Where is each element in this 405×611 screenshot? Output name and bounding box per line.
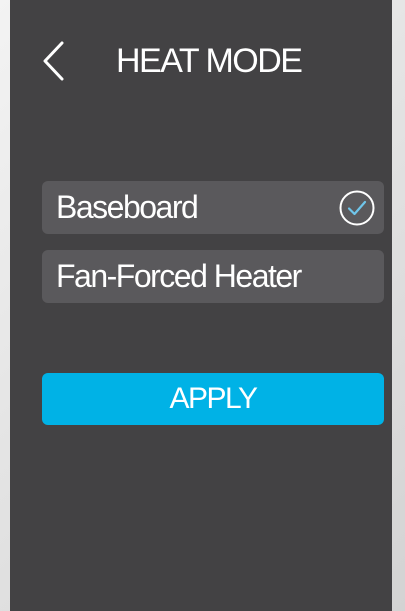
option-baseboard-label: Baseboard — [56, 189, 199, 225]
apply-button[interactable]: APPLY — [42, 373, 384, 425]
option-fan-forced-heater-label: Fan-Forced Heater — [56, 258, 302, 294]
option-baseboard[interactable]: Baseboard — [42, 181, 384, 234]
option-fan-forced-heater[interactable]: Fan-Forced Heater — [42, 250, 384, 303]
check-circle-icon — [338, 189, 376, 227]
thermostat-screen: HEAT MODE Baseboard Fan-Forced Heater AP… — [10, 0, 392, 611]
back-button[interactable] — [40, 38, 74, 84]
chevron-left-icon — [43, 41, 64, 81]
page-title: HEAT MODE — [116, 42, 303, 80]
